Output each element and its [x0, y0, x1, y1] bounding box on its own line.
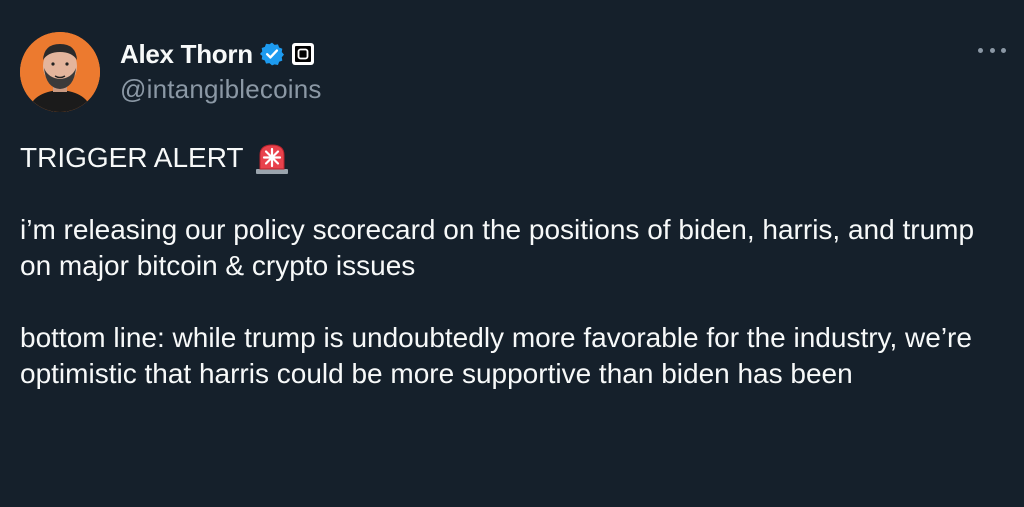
- display-name[interactable]: Alex Thorn: [120, 39, 253, 70]
- user-handle[interactable]: @intangiblecoins: [120, 74, 322, 105]
- avatar[interactable]: [20, 32, 100, 112]
- dot-icon: [978, 47, 983, 53]
- avatar-image: [20, 32, 100, 112]
- tweet-paragraph-3: bottom line: while trump is undoubtedly …: [20, 322, 972, 389]
- tweet-text: TRIGGER ALERT i’m releasing our policy s…: [20, 140, 1010, 392]
- trigger-alert-text: TRIGGER ALERT: [20, 142, 244, 173]
- tweet-header: Alex Thorn @intangiblecoins: [20, 32, 322, 112]
- tweet-line-1: TRIGGER ALERT: [20, 140, 1010, 176]
- dot-icon: [989, 47, 995, 53]
- user-info: Alex Thorn @intangiblecoins: [120, 38, 322, 105]
- more-options-icon[interactable]: [978, 38, 1006, 62]
- tweet-paragraph-2: i’m releasing our policy scorecard on th…: [20, 214, 975, 281]
- name-row: Alex Thorn: [120, 38, 322, 70]
- affiliate-badge-icon[interactable]: [291, 42, 315, 66]
- dot-icon: [1001, 47, 1006, 53]
- verified-badge-icon: [259, 41, 285, 67]
- tweet-card: Alex Thorn @intangiblecoins TRIGGER ALER…: [0, 0, 1024, 507]
- police-light-emoji: [254, 141, 290, 175]
